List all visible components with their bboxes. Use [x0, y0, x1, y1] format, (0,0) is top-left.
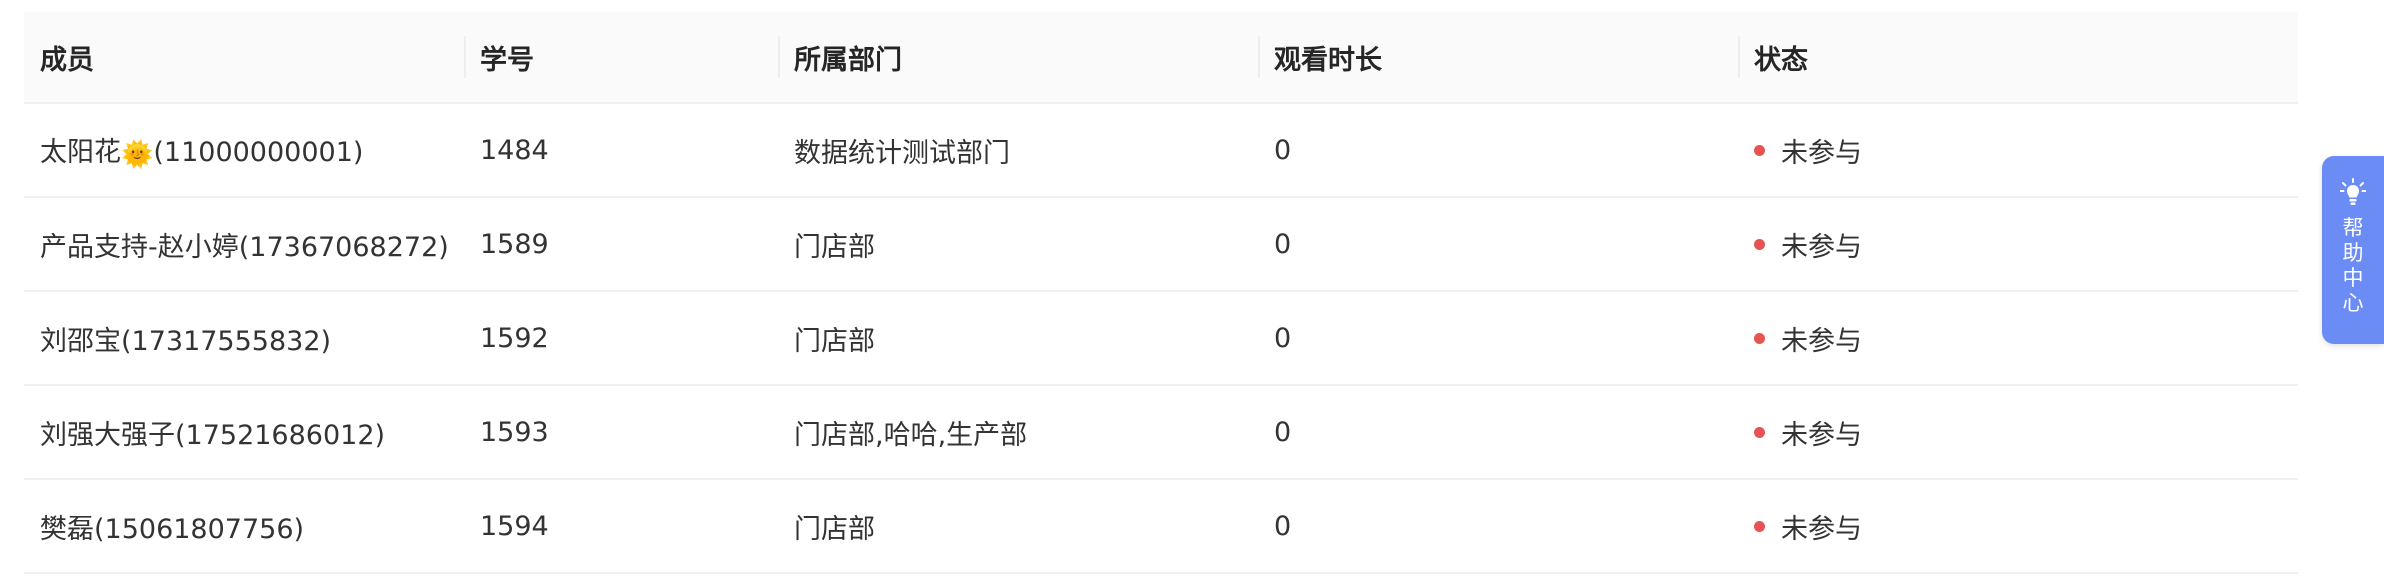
member-phone: (17317555832): [121, 325, 332, 357]
member-name: 刘邵宝: [40, 325, 121, 357]
status-label: 未参与: [1781, 513, 1862, 545]
member-cell: 樊磊(15061807756): [24, 479, 464, 574]
members-table-container: 成员 学号 所属部门 观看时长 状态 太阳花🌞(11000000001) 148…: [24, 12, 2298, 574]
student-id-cell: 1484: [464, 103, 778, 198]
department-cell: 门店部: [778, 479, 1258, 574]
department-cell: 门店部,哈哈,生产部: [778, 385, 1258, 480]
status-dot-icon: [1754, 144, 1765, 156]
lightbulb-icon: [2340, 178, 2366, 205]
watch-time-cell: 0: [1258, 103, 1738, 198]
column-separator: [1258, 36, 1260, 78]
header-member-label: 成员: [40, 44, 94, 76]
header-status: 状态: [1738, 12, 2298, 104]
table-row[interactable]: 樊磊(15061807756) 1594 门店部 0 未参与: [24, 479, 2298, 574]
header-member: 成员: [24, 12, 464, 104]
member-phone: (17367068272): [238, 231, 449, 263]
watch-time-cell: 0: [1258, 291, 1738, 386]
status-cell: 未参与: [1738, 479, 2298, 574]
status-label: 未参与: [1781, 137, 1862, 169]
status-label: 未参与: [1781, 231, 1862, 263]
header-department-label: 所属部门: [794, 44, 902, 76]
status-cell: 未参与: [1738, 103, 2298, 198]
status-label: 未参与: [1781, 325, 1862, 357]
member-name: 刘强大强子: [40, 419, 175, 451]
watch-time-cell: 0: [1258, 479, 1738, 574]
member-cell: 太阳花🌞(11000000001): [24, 103, 464, 198]
student-id-cell: 1594: [464, 479, 778, 574]
help-center-button[interactable]: 帮助中心: [2322, 156, 2384, 344]
watch-time-cell: 0: [1258, 197, 1738, 292]
table-row[interactable]: 太阳花🌞(11000000001) 1484 数据统计测试部门 0 未参与: [24, 103, 2298, 198]
status-cell: 未参与: [1738, 291, 2298, 386]
status-cell: 未参与: [1738, 197, 2298, 292]
column-separator: [1738, 36, 1740, 78]
header-watch-time: 观看时长: [1258, 12, 1738, 104]
member-cell: 刘强大强子(17521686012): [24, 385, 464, 480]
header-watch-time-label: 观看时长: [1274, 44, 1382, 76]
member-cell: 产品支持-赵小婷(17367068272): [24, 197, 464, 292]
header-status-label: 状态: [1754, 44, 1808, 76]
status-label: 未参与: [1781, 419, 1862, 451]
watch-time-cell: 0: [1258, 385, 1738, 480]
status-dot-icon: [1754, 332, 1765, 344]
column-separator: [464, 36, 466, 78]
table-header-row: 成员 学号 所属部门 观看时长 状态: [24, 12, 2298, 104]
student-id-cell: 1589: [464, 197, 778, 292]
status-cell: 未参与: [1738, 385, 2298, 480]
member-phone: (17521686012): [175, 419, 386, 451]
sun-emoji-icon: 🌞: [121, 140, 154, 170]
members-table: 成员 学号 所属部门 观看时长 状态 太阳花🌞(11000000001) 148…: [24, 12, 2298, 574]
table-row[interactable]: 产品支持-赵小婷(17367068272) 1589 门店部 0 未参与: [24, 197, 2298, 292]
member-phone: (11000000001): [153, 137, 364, 168]
column-separator: [778, 36, 780, 78]
header-student-id: 学号: [464, 12, 778, 104]
student-id-cell: 1593: [464, 385, 778, 480]
member-phone: (15061807756): [94, 513, 305, 545]
table-row[interactable]: 刘邵宝(17317555832) 1592 门店部 0 未参与: [24, 291, 2298, 386]
table-row[interactable]: 刘强大强子(17521686012) 1593 门店部,哈哈,生产部 0 未参与: [24, 385, 2298, 480]
header-department: 所属部门: [778, 12, 1258, 104]
department-cell: 门店部: [778, 291, 1258, 386]
status-dot-icon: [1754, 426, 1765, 438]
status-dot-icon: [1754, 520, 1765, 532]
member-name: 太阳花: [40, 137, 121, 168]
student-id-cell: 1592: [464, 291, 778, 386]
member-cell: 刘邵宝(17317555832): [24, 291, 464, 386]
member-name: 樊磊: [40, 513, 94, 545]
department-cell: 数据统计测试部门: [778, 103, 1258, 198]
status-dot-icon: [1754, 238, 1765, 250]
header-student-id-label: 学号: [480, 44, 534, 76]
department-cell: 门店部: [778, 197, 1258, 292]
help-center-label: 帮助中心: [2342, 216, 2364, 315]
member-name: 产品支持-赵小婷: [40, 231, 239, 263]
